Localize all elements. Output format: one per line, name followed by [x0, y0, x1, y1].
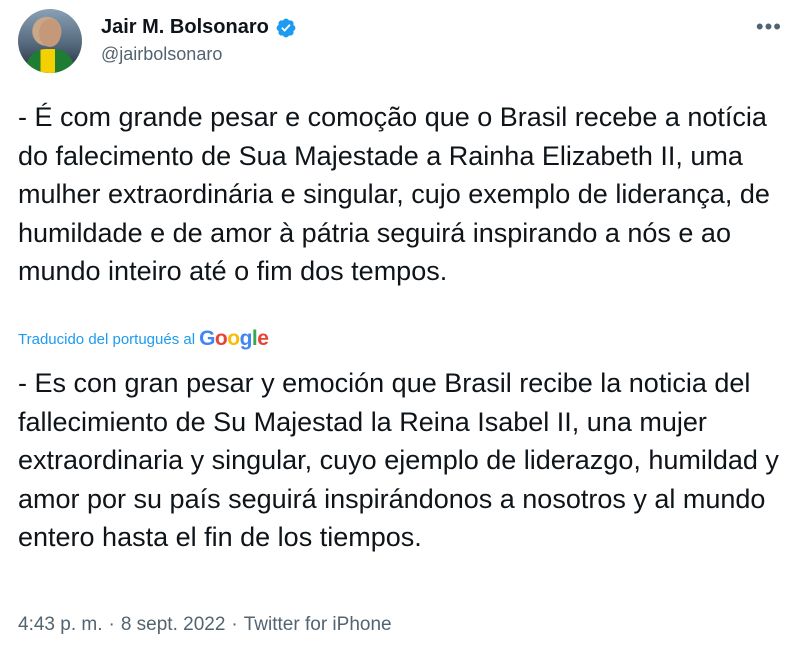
tweet-card: Jair M. Bolsonaro @jairbolsonaro ••• - É… [0, 0, 800, 645]
translation-attribution: Traducido del portugués al Google [18, 327, 269, 351]
author-display-name[interactable]: Jair M. Bolsonaro [101, 16, 269, 39]
more-options-icon[interactable]: ••• [756, 14, 782, 40]
tweet-translated-text: - Es con gran pesar y emoción que Brasil… [18, 368, 779, 552]
verified-badge-icon [276, 18, 296, 37]
tweet-date[interactable]: 8 sept. 2022 [121, 614, 226, 636]
author-handle[interactable]: @jairbolsonaro [101, 44, 222, 65]
avatar[interactable] [18, 9, 82, 73]
author-name-row: Jair M. Bolsonaro [101, 16, 297, 39]
meta-separator: · [231, 614, 238, 635]
avatar-face [39, 19, 61, 47]
tweet-original-text: - É com grande pesar e comoção que o Bra… [18, 102, 770, 286]
google-logo: Google [199, 327, 269, 350]
tweet-metadata: 4:43 p. m. · 8 sept. 2022 · Twitter for … [18, 614, 392, 636]
meta-separator: · [108, 614, 115, 635]
tweet-time[interactable]: 4:43 p. m. [18, 614, 103, 636]
tweet-source[interactable]: Twitter for iPhone [244, 614, 392, 636]
translation-label[interactable]: Traducido del portugués al [18, 331, 195, 348]
avatar-shirt [26, 49, 74, 73]
